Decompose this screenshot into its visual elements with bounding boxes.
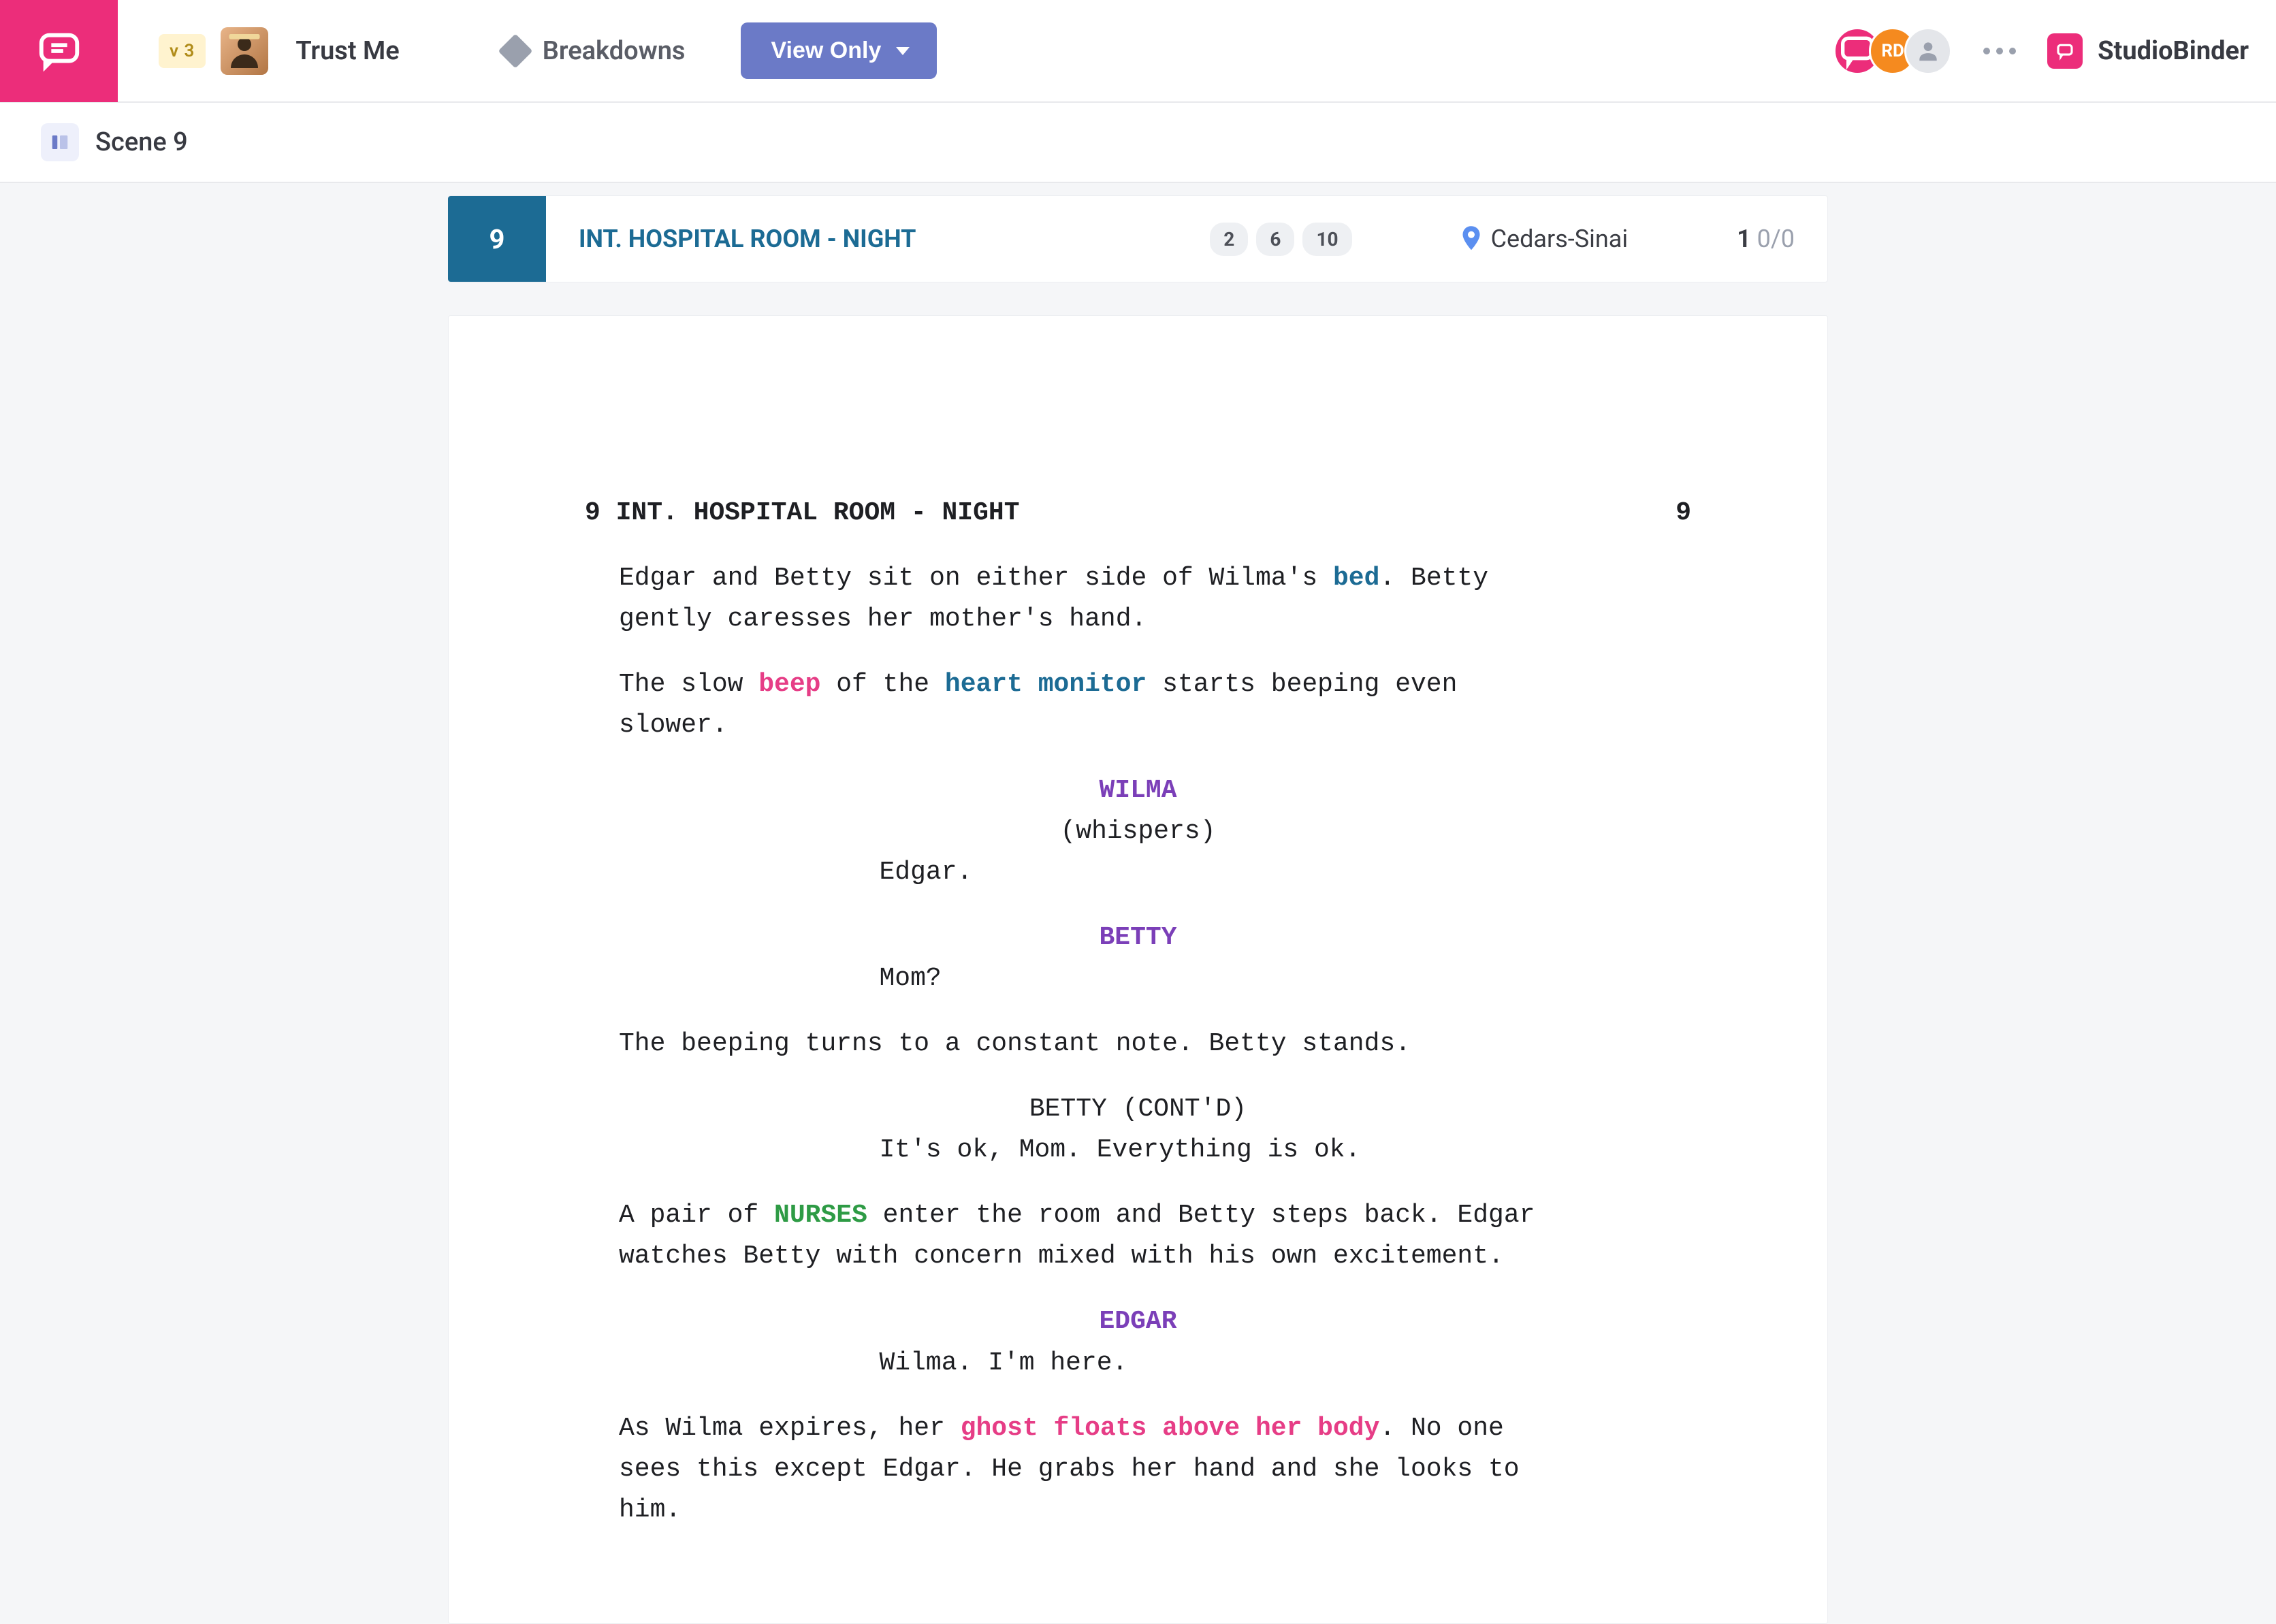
breakdowns-nav[interactable]: Breakdowns (503, 36, 686, 66)
scene-label: Scene 9 (95, 127, 188, 157)
location-field[interactable]: Cedars-Sinai (1461, 225, 1628, 253)
scene-slugline[interactable]: INT. HOSPITAL ROOM - NIGHT (579, 225, 916, 253)
dialogue[interactable]: Wilma. I'm here. (880, 1343, 1397, 1384)
tag-pill[interactable]: 2 (1210, 223, 1248, 256)
action-block[interactable]: The beeping turns to a constant note. Be… (619, 1024, 1545, 1065)
tag-prop[interactable]: bed (1333, 564, 1379, 593)
diamond-icon (498, 33, 532, 68)
breakdowns-label: Breakdowns (543, 36, 686, 66)
more-menu-button[interactable] (1976, 41, 2023, 61)
brand-logo[interactable] (0, 0, 118, 102)
top-toolbar: v 3 Trust Me Breakdowns View Only RD (0, 0, 2276, 103)
parenthetical: (whispers) (585, 811, 1691, 852)
scene-header-card: 9 INT. HOSPITAL ROOM - NIGHT 2 6 10 Ceda… (448, 195, 1828, 282)
tag-extra[interactable]: NURSES (774, 1201, 867, 1230)
tag-pills: 2 6 10 (1210, 223, 1351, 256)
content-area: 9 INT. HOSPITAL ROOM - NIGHT 2 6 10 Ceda… (0, 183, 2276, 1624)
scene-icon-box (41, 123, 79, 161)
columns-icon (50, 132, 70, 152)
location-pin-icon (1461, 226, 1481, 252)
scene-num-left: 9 (585, 498, 600, 527)
script-slugline-row: 9 INT. HOSPITAL ROOM - NIGHT 9 (585, 493, 1691, 534)
character-cue[interactable]: BETTY (585, 917, 1691, 958)
action-block[interactable]: As Wilma expires, her ghost floats above… (619, 1408, 1545, 1531)
character-cue[interactable]: WILMA (585, 770, 1691, 811)
studiobinder-brand[interactable]: StudioBinder (2047, 33, 2249, 69)
version-badge[interactable]: v 3 (159, 34, 206, 68)
tag-pill[interactable]: 10 (1302, 223, 1351, 256)
scene-chip[interactable]: Scene 9 (41, 123, 188, 161)
studiobinder-label: StudioBinder (2098, 36, 2249, 66)
scene-header-row: 9 INT. HOSPITAL ROOM - NIGHT 2 6 10 Ceda… (449, 196, 1827, 282)
location-name: Cedars-Sinai (1491, 225, 1628, 253)
action-block[interactable]: Edgar and Betty sit on either side of Wi… (619, 558, 1545, 640)
dialogue[interactable]: It's ok, Mom. Everything is ok. (880, 1130, 1397, 1171)
studiobinder-logo (2047, 33, 2083, 69)
character-cue[interactable]: BETTY (CONT'D) (585, 1089, 1691, 1130)
view-only-button[interactable]: View Only (741, 22, 937, 79)
dialogue[interactable]: Edgar. (880, 852, 1397, 893)
toolbar-right: RD StudioBinder (1833, 27, 2249, 75)
slug-text: INT. HOSPITAL ROOM - NIGHT (616, 498, 1020, 527)
chat-mini-icon (2055, 41, 2075, 61)
project-title[interactable]: Trust Me (295, 36, 399, 66)
view-only-label: View Only (771, 37, 881, 64)
tag-prop[interactable]: heart monitor (945, 670, 1147, 699)
sub-toolbar: Scene 9 (0, 103, 2276, 183)
scene-number-box[interactable]: 9 (448, 196, 546, 282)
tag-sound[interactable]: beep (758, 670, 820, 699)
person-icon (224, 31, 265, 71)
action-block[interactable]: The slow beep of the heart monitor start… (619, 664, 1545, 746)
page-stat: 1 0/0 (1737, 225, 1795, 253)
chevron-down-icon (896, 47, 910, 55)
toolbar-left: v 3 Trust Me Breakdowns View Only (159, 22, 937, 79)
page-count: 1 (1737, 225, 1751, 253)
script-body: 9 INT. HOSPITAL ROOM - NIGHT 9 Edgar and… (585, 493, 1691, 1531)
tag-pill[interactable]: 6 (1256, 223, 1294, 256)
script-page: 9 INT. HOSPITAL ROOM - NIGHT 9 Edgar and… (448, 315, 1828, 1624)
project-avatar[interactable] (221, 27, 268, 75)
tag-vfx[interactable]: ghost floats above her body (961, 1414, 1380, 1443)
action-block[interactable]: A pair of NURSES enter the room and Bett… (619, 1195, 1545, 1277)
scene-num-right: 9 (1676, 493, 1691, 534)
character-cue[interactable]: EDGAR (585, 1301, 1691, 1342)
avatar-anon[interactable] (1904, 27, 1952, 75)
chat-icon (35, 27, 83, 75)
user-icon (1915, 38, 1941, 64)
page-fraction: 0/0 (1757, 225, 1795, 253)
dialogue[interactable]: Mom? (880, 958, 1397, 999)
collaborator-avatars[interactable]: RD (1833, 27, 1952, 75)
